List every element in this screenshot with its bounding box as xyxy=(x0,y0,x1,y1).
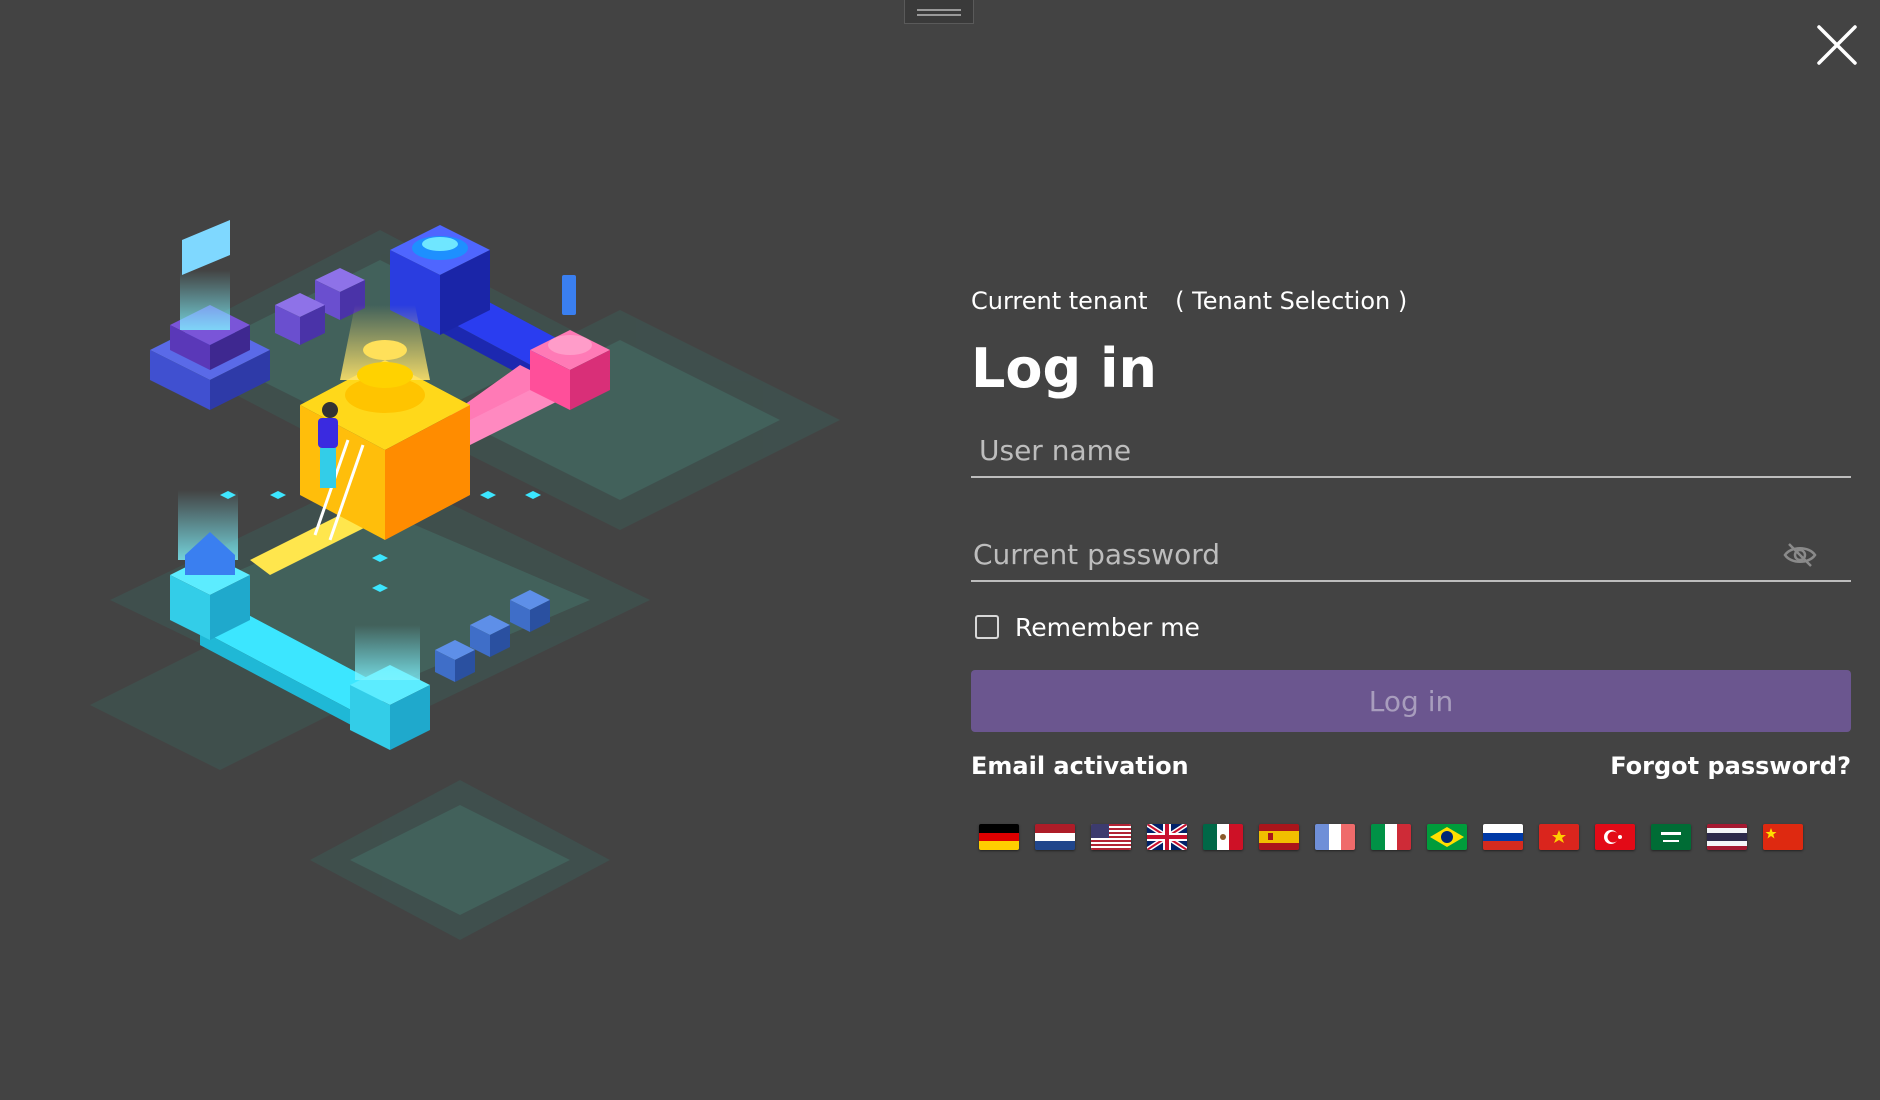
tenant-row: Current tenant ( Tenant Selection ) xyxy=(971,284,1851,318)
tenant-label: Current tenant xyxy=(971,287,1148,315)
flag-es-icon[interactable] xyxy=(1259,824,1299,850)
flag-it-icon[interactable] xyxy=(1371,824,1411,850)
remember-me-row: Remember me xyxy=(971,610,1851,644)
window-drag-handle[interactable] xyxy=(904,0,974,24)
flag-br-icon[interactable] xyxy=(1427,824,1467,850)
flag-cn-icon[interactable] xyxy=(1763,824,1803,850)
forgot-password-link[interactable]: Forgot password? xyxy=(1610,752,1851,780)
flag-mx-icon[interactable] xyxy=(1203,824,1243,850)
flag-sa-icon[interactable] xyxy=(1651,824,1691,850)
remember-me-checkbox[interactable] xyxy=(975,615,999,639)
auth-links: Email activation Forgot password? xyxy=(971,752,1851,780)
flag-us-icon[interactable] xyxy=(1091,824,1131,850)
flag-ru-icon[interactable] xyxy=(1483,824,1523,850)
flag-nl-icon[interactable] xyxy=(1035,824,1075,850)
remember-me-label: Remember me xyxy=(1015,612,1200,642)
flag-fr-icon[interactable] xyxy=(1315,824,1355,850)
language-selector xyxy=(979,824,1851,850)
isometric-illustration xyxy=(90,220,840,940)
page-title: Log in xyxy=(971,337,1157,400)
flag-tr-icon[interactable] xyxy=(1595,824,1635,850)
login-form: Current tenant ( Tenant Selection ) Log … xyxy=(971,284,1851,850)
username-field-container xyxy=(971,424,1851,478)
flag-gb-icon[interactable] xyxy=(1147,824,1187,850)
username-input[interactable] xyxy=(971,430,1767,470)
flag-th-icon[interactable] xyxy=(1707,824,1747,850)
password-field-container xyxy=(971,528,1851,582)
email-activation-link[interactable]: Email activation xyxy=(971,752,1189,780)
flag-vn-icon[interactable] xyxy=(1539,824,1579,850)
tenant-selection-link[interactable]: ( Tenant Selection ) xyxy=(1175,287,1407,315)
login-button[interactable]: Log in xyxy=(971,670,1851,732)
flag-de-icon[interactable] xyxy=(979,824,1019,850)
password-input[interactable] xyxy=(971,534,1755,574)
eye-slash-icon[interactable] xyxy=(1783,542,1817,568)
close-icon[interactable] xyxy=(1816,24,1858,66)
